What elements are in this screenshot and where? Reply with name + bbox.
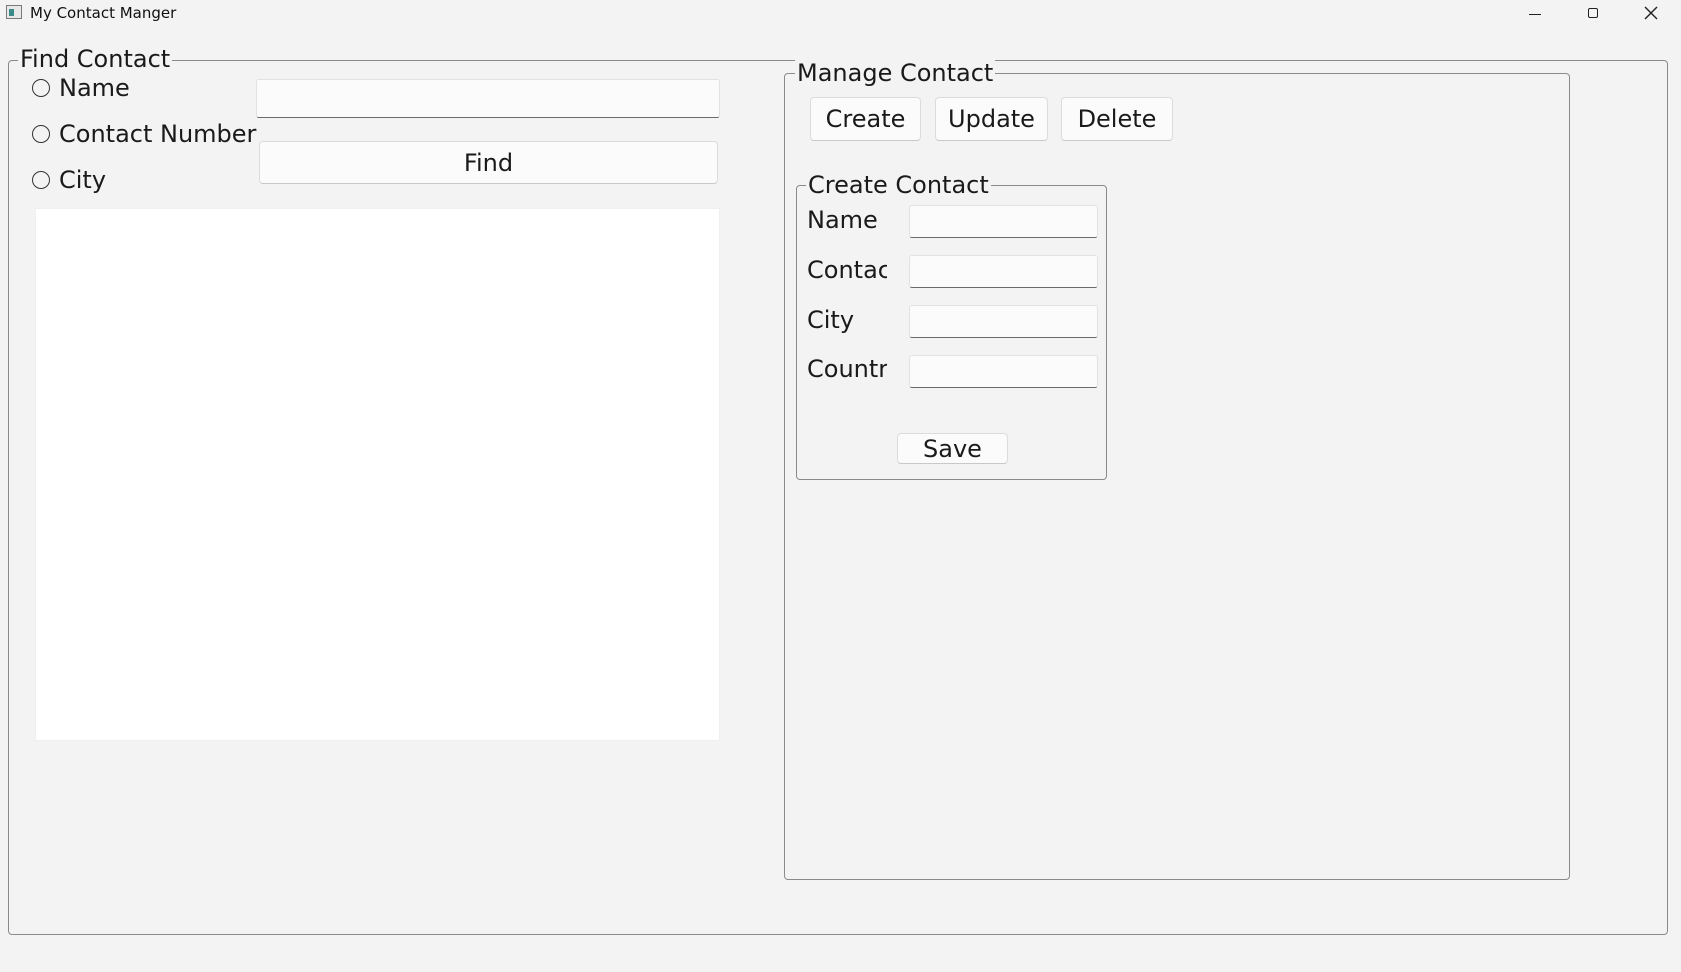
manage-contact-title: Manage Contact: [795, 59, 996, 87]
contact-field[interactable]: [909, 255, 1098, 288]
radio-name[interactable]: Name: [32, 74, 130, 102]
radio-label: Name: [59, 74, 130, 102]
contact-label: Contact Number: [807, 256, 887, 284]
minimize-icon: [1529, 13, 1541, 15]
app-window: My Contact Manger Find Contact Name Cont…: [0, 0, 1681, 972]
search-input[interactable]: [256, 79, 720, 118]
city-field[interactable]: [909, 305, 1098, 338]
name-label: Name: [807, 206, 878, 234]
close-icon: [1644, 6, 1658, 20]
update-button[interactable]: Update: [935, 97, 1048, 141]
save-button[interactable]: Save: [897, 433, 1008, 464]
minimize-button[interactable]: [1506, 0, 1564, 26]
window-title: My Contact Manger: [30, 4, 177, 22]
name-field[interactable]: [909, 205, 1098, 238]
radio-circle[interactable]: [32, 171, 50, 189]
maximize-icon: [1588, 8, 1598, 18]
radio-label: Contact Number: [59, 120, 257, 148]
title-bar: My Contact Manger: [0, 0, 1681, 26]
country-field[interactable]: [909, 355, 1098, 388]
close-button[interactable]: [1622, 0, 1680, 26]
find-contact-title: Find Contact: [18, 45, 173, 73]
radio-contact-number[interactable]: Contact Number: [32, 120, 256, 148]
radio-city[interactable]: City: [32, 166, 106, 194]
city-label: City: [807, 306, 855, 334]
radio-circle[interactable]: [32, 79, 50, 97]
country-label: Country: [807, 355, 887, 383]
delete-button[interactable]: Delete: [1061, 97, 1173, 141]
results-list[interactable]: [35, 208, 720, 741]
app-icon: [6, 5, 22, 19]
create-button[interactable]: Create: [810, 97, 921, 141]
create-contact-title: Create Contact: [806, 171, 991, 199]
radio-label: City: [59, 166, 107, 194]
find-button[interactable]: Find: [259, 141, 718, 184]
radio-circle[interactable]: [32, 125, 50, 143]
maximize-button[interactable]: [1564, 0, 1622, 26]
